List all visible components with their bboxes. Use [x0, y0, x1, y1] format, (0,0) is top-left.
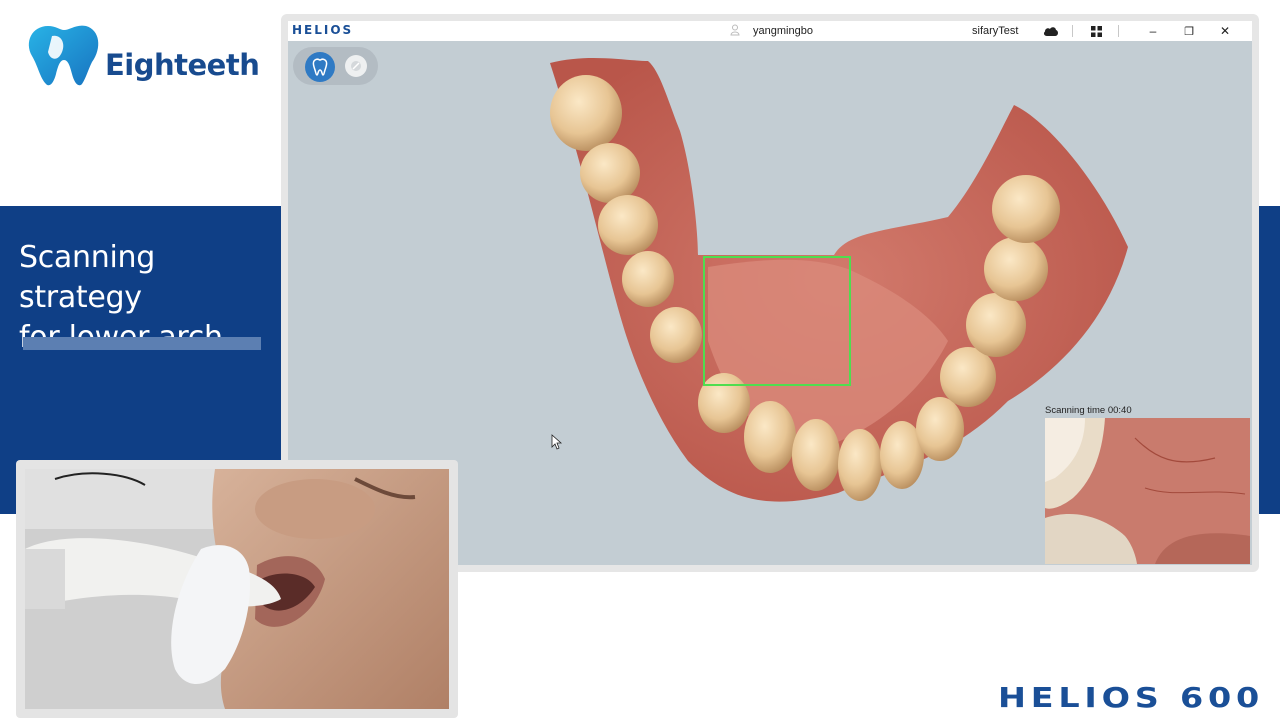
video-frame: Eighteeth Scanning strategy for lower ar… [0, 0, 1280, 720]
tooth-logo-icon [28, 25, 99, 86]
tooth-scan-icon[interactable] [305, 52, 335, 82]
close-button[interactable]: ✕ [1212, 21, 1238, 41]
app-brand: HELIOS [292, 23, 354, 37]
live-camera-preview [1045, 418, 1250, 564]
footer-brand: HELIOS 600 [998, 681, 1264, 714]
user-icon [730, 24, 740, 37]
headline-line-1: Scanning strategy [19, 240, 155, 315]
user-name[interactable]: yangmingbo [753, 25, 813, 37]
brand-logo: Eighteeth [22, 22, 262, 90]
project-name: sifaryTest [972, 25, 1019, 37]
cloud-icon[interactable] [1038, 21, 1064, 41]
footer-brand-text: HELIOS 600 [998, 682, 1264, 712]
scan-mode-toggle[interactable] [293, 47, 378, 85]
grid-icon[interactable] [1083, 21, 1109, 41]
minimize-button[interactable]: – [1140, 21, 1166, 41]
scan-time-value: 00:40 [1107, 405, 1132, 416]
scan-time-readout: Scanning time 00:40 [1045, 405, 1132, 416]
restore-button[interactable]: ❐ [1176, 21, 1202, 41]
patient-video-inset [16, 460, 458, 718]
mirror-icon[interactable] [345, 55, 367, 77]
patient-video-frame [25, 469, 449, 709]
headline-underline [23, 337, 261, 350]
logo-wordmark: Eighteeth [105, 48, 260, 82]
mouse-cursor-icon [551, 434, 563, 450]
scan-time-label: Scanning time [1045, 405, 1106, 416]
title-bar: HELIOS yangmingbo sifaryTest – ❐ ✕ [288, 21, 1252, 41]
